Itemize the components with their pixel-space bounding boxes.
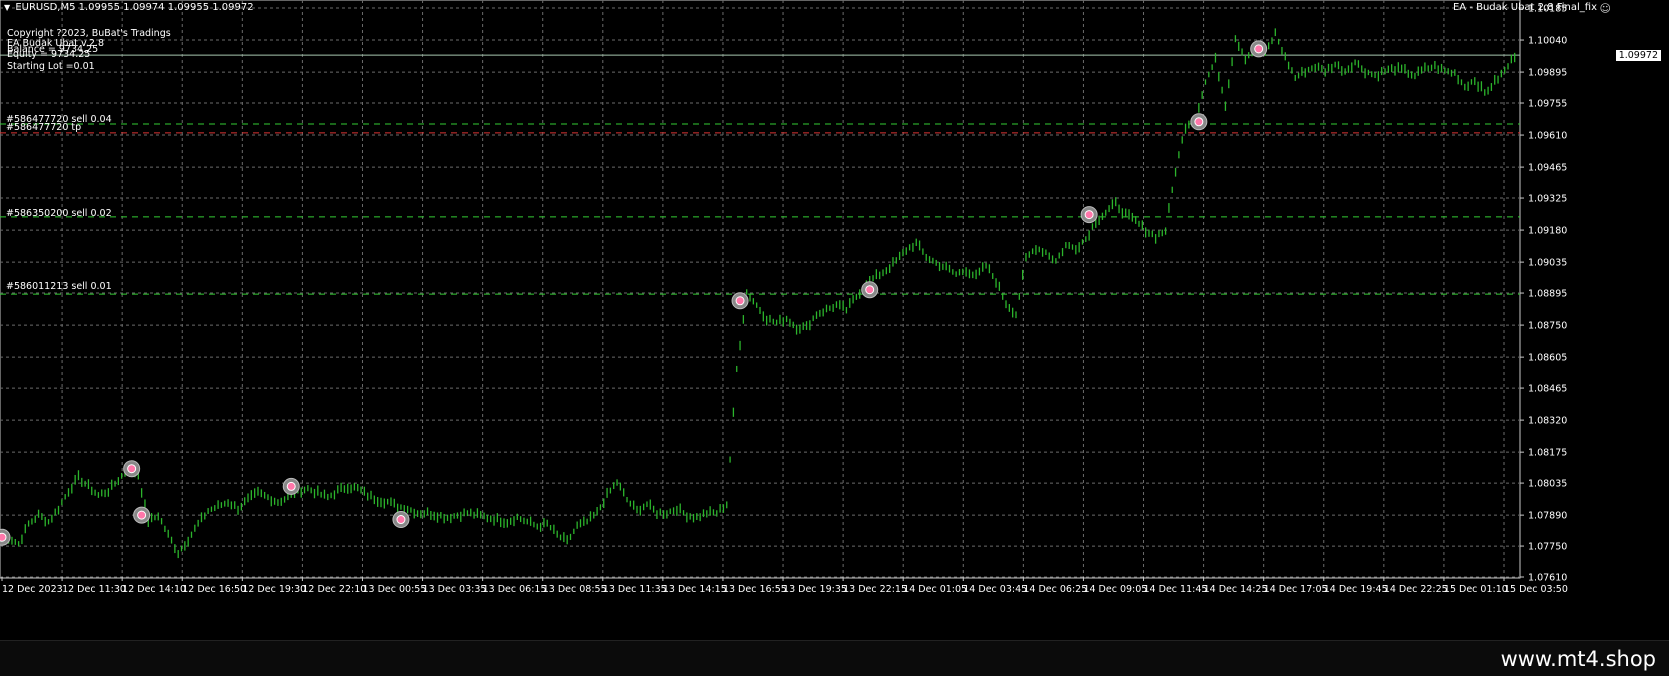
y-tick-label: 1.08895	[1528, 289, 1567, 300]
y-tick-label: 1.09755	[1528, 99, 1567, 110]
y-tick-label: 1.08750	[1528, 321, 1567, 332]
x-tick-label: 13 Dec 16:55	[723, 584, 787, 595]
x-tick-label: 14 Dec 09:05	[1083, 584, 1147, 595]
y-tick-label: 1.09465	[1528, 163, 1567, 174]
trade-marker-dot	[286, 481, 296, 491]
y-tick-label: 1.09325	[1528, 194, 1567, 205]
x-tick-label: 13 Dec 08:55	[543, 584, 607, 595]
x-tick-label: 14 Dec 03:45	[963, 584, 1027, 595]
x-tick-label: 14 Dec 01:05	[903, 584, 967, 595]
trade-marker-dot	[735, 296, 745, 306]
x-tick-label: 14 Dec 19:45	[1324, 584, 1388, 595]
chart-symbol-header: ▼ EURUSD,M5 1.09955 1.09974 1.09955 1.09…	[4, 2, 254, 13]
y-tick-label: 1.07750	[1528, 542, 1567, 553]
y-tick-label: 1.09895	[1528, 68, 1567, 79]
trade-marker-dot	[865, 285, 875, 295]
x-tick-label: 14 Dec 11:45	[1144, 584, 1208, 595]
x-tick-label: 13 Dec 19:35	[783, 584, 847, 595]
x-tick-label: 12 Dec 2023	[2, 584, 63, 595]
trade-marker-dot	[0, 532, 7, 542]
y-tick-label: 1.07890	[1528, 511, 1567, 522]
mt4-terminal: 1.10185 1.10040 1.09895 1.09755 1.09610 1.094…	[0, 0, 1669, 676]
x-tick-label: 13 Dec 03:35	[423, 584, 487, 595]
equity-text: Equity = 9734.25	[7, 49, 91, 60]
y-tick-label: 1.10040	[1528, 36, 1567, 47]
order-label: #586011213 sell 0.01	[6, 281, 112, 292]
plot-frame	[0, 0, 1521, 579]
smiley-icon[interactable]: ☺	[1600, 2, 1611, 15]
x-tick-label: 13 Dec 00:55	[362, 584, 426, 595]
trade-marker-dot	[1084, 210, 1094, 220]
x-tick-label: 14 Dec 17:05	[1264, 584, 1328, 595]
y-tick-label: 1.09035	[1528, 258, 1567, 269]
chart-symbol-line: EURUSD,M5 1.09955 1.09974 1.09955 1.0997…	[15, 2, 254, 13]
y-tick-label: 1.07610	[1528, 573, 1567, 584]
y-tick-label: 1.08035	[1528, 479, 1567, 490]
y-tick-label: 1.09610	[1528, 131, 1567, 142]
x-tick-label: 13 Dec 11:35	[603, 584, 667, 595]
order-label: #586350200 sell 0.02	[6, 208, 112, 219]
x-tick-label: 15 Dec 01:10	[1444, 584, 1508, 595]
trade-marker-dot	[1254, 44, 1264, 54]
current-price-label: 1.09972	[1614, 49, 1662, 62]
x-tick-label: 12 Dec 11:30	[62, 584, 126, 595]
y-tick-label: 1.09180	[1528, 226, 1567, 237]
x-tick-label: 14 Dec 06:25	[1023, 584, 1087, 595]
trade-marker-dot	[127, 464, 137, 474]
x-tick-label: 15 Dec 03:50	[1504, 584, 1568, 595]
x-tick-label: 14 Dec 14:25	[1204, 584, 1268, 595]
trade-marker-dot	[396, 515, 406, 525]
trade-marker-dot	[1194, 117, 1204, 127]
starting-lot-text: Starting Lot =0.01	[7, 61, 95, 72]
x-tick-label: 13 Dec 06:15	[483, 584, 547, 595]
ea-name-label: EA - Budak Ubat 2.8 Final_fix	[1452, 2, 1597, 13]
x-tick-label: 12 Dec 16:50	[182, 584, 246, 595]
watermark-url: www.mt4.shop	[1500, 647, 1656, 671]
trade-marker-dot	[137, 510, 147, 520]
y-tick-label: 1.08320	[1528, 416, 1567, 427]
x-tick-label: 12 Dec 14:10	[122, 584, 186, 595]
order-tp-label: #586477720 tp	[6, 122, 82, 133]
chart-canvas[interactable]: 1.101851.100401.098951.097551.096101.094…	[0, 0, 1669, 640]
y-tick-label: 1.08465	[1528, 384, 1567, 395]
x-tick-label: 13 Dec 14:15	[663, 584, 727, 595]
x-tick-label: 14 Dec 22:25	[1384, 584, 1448, 595]
y-tick-label: 1.08605	[1528, 353, 1567, 364]
triangle-down-icon: ▼	[4, 3, 11, 12]
watermark-bar: www.mt4.shop	[0, 640, 1669, 676]
y-tick-label: 1.08175	[1528, 448, 1567, 459]
x-tick-label: 12 Dec 22:10	[302, 584, 366, 595]
price-chart[interactable]: 1.10185 1.10040 1.09895 1.09755 1.09610 1.094…	[0, 0, 1669, 640]
x-tick-label: 12 Dec 19:30	[242, 584, 306, 595]
x-tick-label: 13 Dec 22:15	[843, 584, 907, 595]
